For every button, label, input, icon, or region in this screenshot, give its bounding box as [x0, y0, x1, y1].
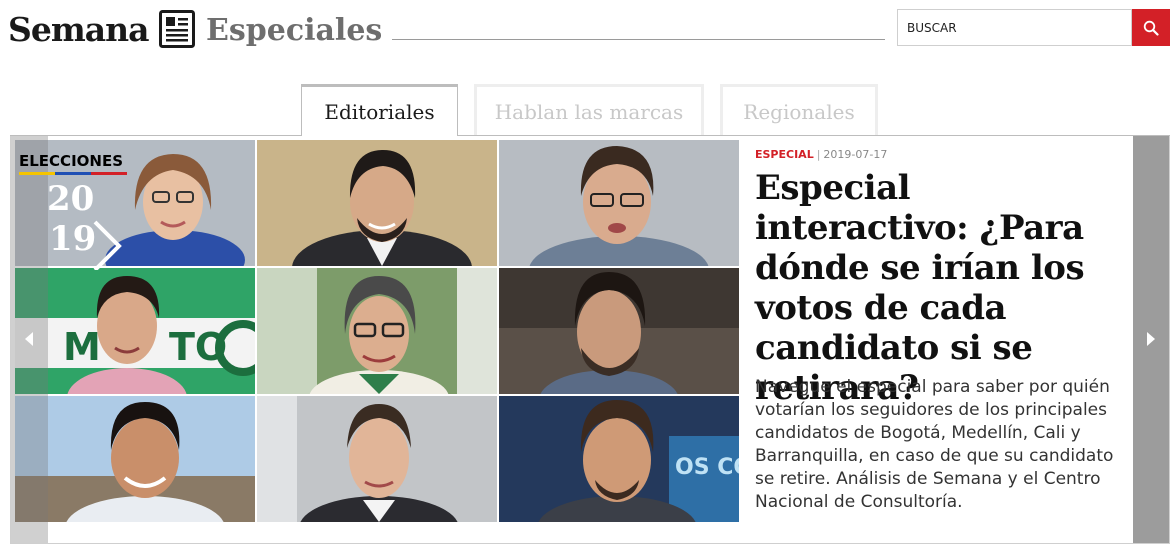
brand-name: Semana	[8, 9, 150, 49]
tab-editoriales[interactable]: Editoriales	[301, 84, 458, 136]
badge-title: ELECCIONES	[19, 152, 123, 170]
article-summary: Navegue el especial para saber por quién…	[755, 377, 1114, 512]
badge-stripe	[19, 172, 55, 175]
carousel-next-button[interactable]	[1133, 136, 1169, 543]
badge-stripe	[91, 172, 127, 175]
candidate-photo	[257, 396, 497, 522]
candidate-photo	[15, 396, 255, 522]
newspaper-icon	[158, 10, 195, 48]
featured-carousel: M TO OS C ELECCIONES 20 19 ESPECIAL | 20…	[10, 136, 1170, 544]
tab-hablan-las-marcas[interactable]: Hablan las marcas	[474, 84, 704, 136]
badge-year-top: 20	[47, 179, 94, 219]
semana-logo[interactable]: Semana	[8, 10, 195, 48]
candidate-photo: OS CO	[499, 396, 739, 522]
meta-separator: |	[816, 148, 821, 161]
section-title: Especiales	[206, 13, 383, 48]
search-field[interactable]	[897, 9, 1132, 46]
article-title[interactable]: Especial interactivo: ¿Para dónde se irí…	[755, 168, 1125, 408]
candidate-photo	[257, 140, 497, 266]
candidate-photo	[499, 140, 739, 266]
tab-regionales[interactable]: Regionales	[720, 84, 878, 136]
elecciones-2019-badge: ELECCIONES 20 19	[19, 152, 127, 270]
badge-year-bottom: 19	[49, 219, 96, 259]
search-input[interactable]	[898, 10, 1131, 45]
search-button[interactable]	[1132, 9, 1170, 46]
candidate-photo	[499, 268, 739, 394]
chevron-left-icon	[25, 332, 33, 346]
search-icon	[1143, 20, 1159, 36]
badge-arrow-icon	[93, 220, 122, 270]
candidate-photo	[257, 268, 497, 394]
badge-stripe	[55, 172, 91, 175]
tabs-baseline	[10, 135, 1170, 136]
article-meta: ESPECIAL | 2019-07-17	[755, 148, 887, 161]
svg-text:OS CO: OS CO	[675, 455, 739, 480]
chevron-right-icon	[1147, 332, 1155, 346]
article-date: 2019-07-17	[823, 148, 888, 161]
candidate-photo: M TO	[15, 268, 255, 394]
header-divider	[392, 39, 885, 40]
svg-text:M: M	[63, 325, 101, 369]
article-kicker[interactable]: ESPECIAL	[755, 148, 814, 161]
